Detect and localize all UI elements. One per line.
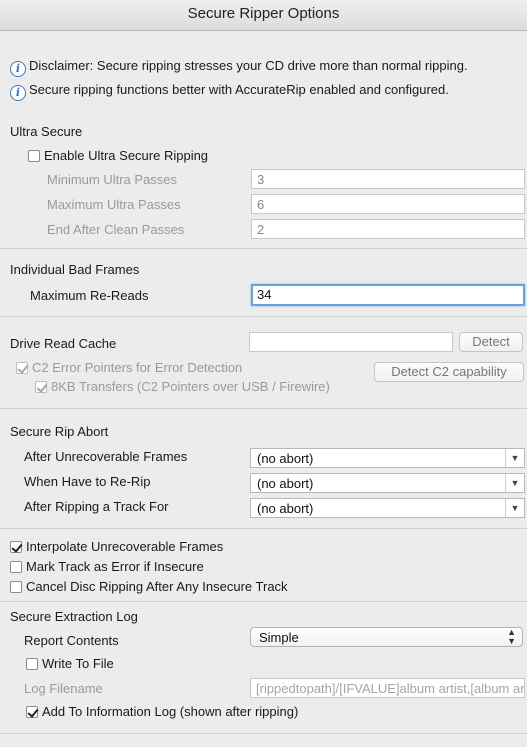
after-ripping-track-label: After Ripping a Track For (24, 499, 169, 514)
report-contents-label: Report Contents (24, 633, 119, 648)
dropdown-arrow-icon: ▼ (505, 474, 524, 492)
detect-c2-button[interactable]: Detect C2 capability (374, 362, 524, 382)
log-filename-label: Log Filename (24, 681, 103, 696)
enable-ultra-secure-checkbox[interactable]: Enable Ultra Secure Ripping (28, 148, 208, 163)
after-ripping-track-value: (no abort) (257, 501, 314, 516)
checkbox-box[interactable] (10, 541, 22, 553)
divider (0, 316, 527, 317)
accuraterip-text: Secure ripping functions better with Acc… (29, 82, 449, 97)
when-rerip-select[interactable]: (no abort) ▼ (250, 473, 525, 493)
disclaimer-text: Disclaimer: Secure ripping stresses your… (29, 58, 468, 73)
add-to-info-log-checkbox[interactable]: Add To Information Log (shown after ripp… (26, 704, 298, 719)
write-to-file-checkbox[interactable]: Write To File (26, 656, 114, 671)
after-unrecoverable-label: After Unrecoverable Frames (24, 449, 188, 464)
info-icon: i (10, 61, 26, 77)
dropdown-arrow-icon: ▼ (505, 499, 524, 517)
drive-read-cache-label: Drive Read Cache (10, 336, 117, 351)
dropdown-arrow-icon: ▼ (505, 449, 524, 467)
write-to-file-label: Write To File (42, 656, 114, 671)
report-contents-value: Simple (259, 630, 299, 645)
interpolate-checkbox[interactable]: Interpolate Unrecoverable Frames (10, 539, 223, 554)
after-unrecoverable-value: (no abort) (257, 451, 314, 466)
checkbox-box[interactable] (10, 581, 22, 593)
divider (0, 733, 527, 734)
checkbox-box[interactable] (26, 658, 38, 670)
divider (0, 601, 527, 602)
checkbox-box[interactable] (26, 706, 38, 718)
after-ripping-track-select[interactable]: (no abort) ▼ (250, 498, 525, 518)
checkbox-box[interactable] (16, 362, 28, 374)
report-contents-popup[interactable]: Simple ▲ ▼ (250, 627, 523, 647)
divider (0, 248, 527, 249)
max-rereads-label: Maximum Re-Reads (30, 288, 149, 303)
cancel-disc-checkbox[interactable]: Cancel Disc Ripping After Any Insecure T… (10, 579, 288, 594)
max-ultra-passes-field[interactable]: 6 (251, 194, 525, 214)
window-title: Secure Ripper Options (0, 0, 527, 31)
enable-ultra-secure-label: Enable Ultra Secure Ripping (44, 148, 209, 163)
8kb-transfers-label: 8KB Transfers (C2 Pointers over USB / Fi… (51, 379, 330, 394)
bad-frames-heading: Individual Bad Frames (10, 262, 140, 277)
extraction-log-heading: Secure Extraction Log (10, 609, 138, 624)
detect-button[interactable]: Detect (459, 332, 523, 352)
end-after-clean-passes-field[interactable]: 2 (251, 219, 525, 239)
updown-arrows-icon: ▲ ▼ (507, 627, 516, 646)
c2-error-pointers-label: C2 Error Pointers for Error Detection (32, 360, 243, 375)
checkbox-box[interactable] (28, 150, 40, 162)
accuraterip-note: i Secure ripping functions better with Ac… (10, 82, 449, 101)
mark-error-label: Mark Track as Error if Insecure (26, 559, 204, 574)
min-ultra-passes-label: Minimum Ultra Passes (47, 172, 178, 187)
min-ultra-passes-field[interactable]: 3 (251, 169, 525, 189)
secure-rip-abort-heading: Secure Rip Abort (10, 424, 109, 439)
cancel-disc-label: Cancel Disc Ripping After Any Insecure T… (26, 579, 288, 594)
mark-error-checkbox[interactable]: Mark Track as Error if Insecure (10, 559, 204, 574)
info-icon: i (10, 85, 26, 101)
max-ultra-passes-label: Maximum Ultra Passes (47, 197, 181, 212)
ultra-secure-heading: Ultra Secure (10, 124, 83, 139)
interpolate-label: Interpolate Unrecoverable Frames (26, 539, 224, 554)
c2-error-pointers-checkbox[interactable]: C2 Error Pointers for Error Detection (16, 360, 242, 375)
when-rerip-value: (no abort) (257, 476, 314, 491)
divider (0, 528, 527, 529)
checkbox-box[interactable] (10, 561, 22, 573)
max-rereads-field[interactable]: 34 (251, 284, 525, 306)
disclaimer-note: i Disclaimer: Secure ripping stresses you… (10, 58, 468, 77)
end-after-clean-passes-label: End After Clean Passes (47, 222, 185, 237)
log-filename-field[interactable]: [rippedtopath]/[IFVALUE]album artist,[al… (250, 678, 525, 698)
drive-read-cache-field[interactable] (249, 332, 453, 352)
add-to-info-log-label: Add To Information Log (shown after ripp… (42, 704, 299, 719)
8kb-transfers-checkbox[interactable]: 8KB Transfers (C2 Pointers over USB / Fi… (35, 379, 330, 394)
checkbox-box[interactable] (35, 381, 47, 393)
when-rerip-label: When Have to Re-Rip (24, 474, 151, 489)
after-unrecoverable-select[interactable]: (no abort) ▼ (250, 448, 525, 468)
divider (0, 408, 527, 409)
